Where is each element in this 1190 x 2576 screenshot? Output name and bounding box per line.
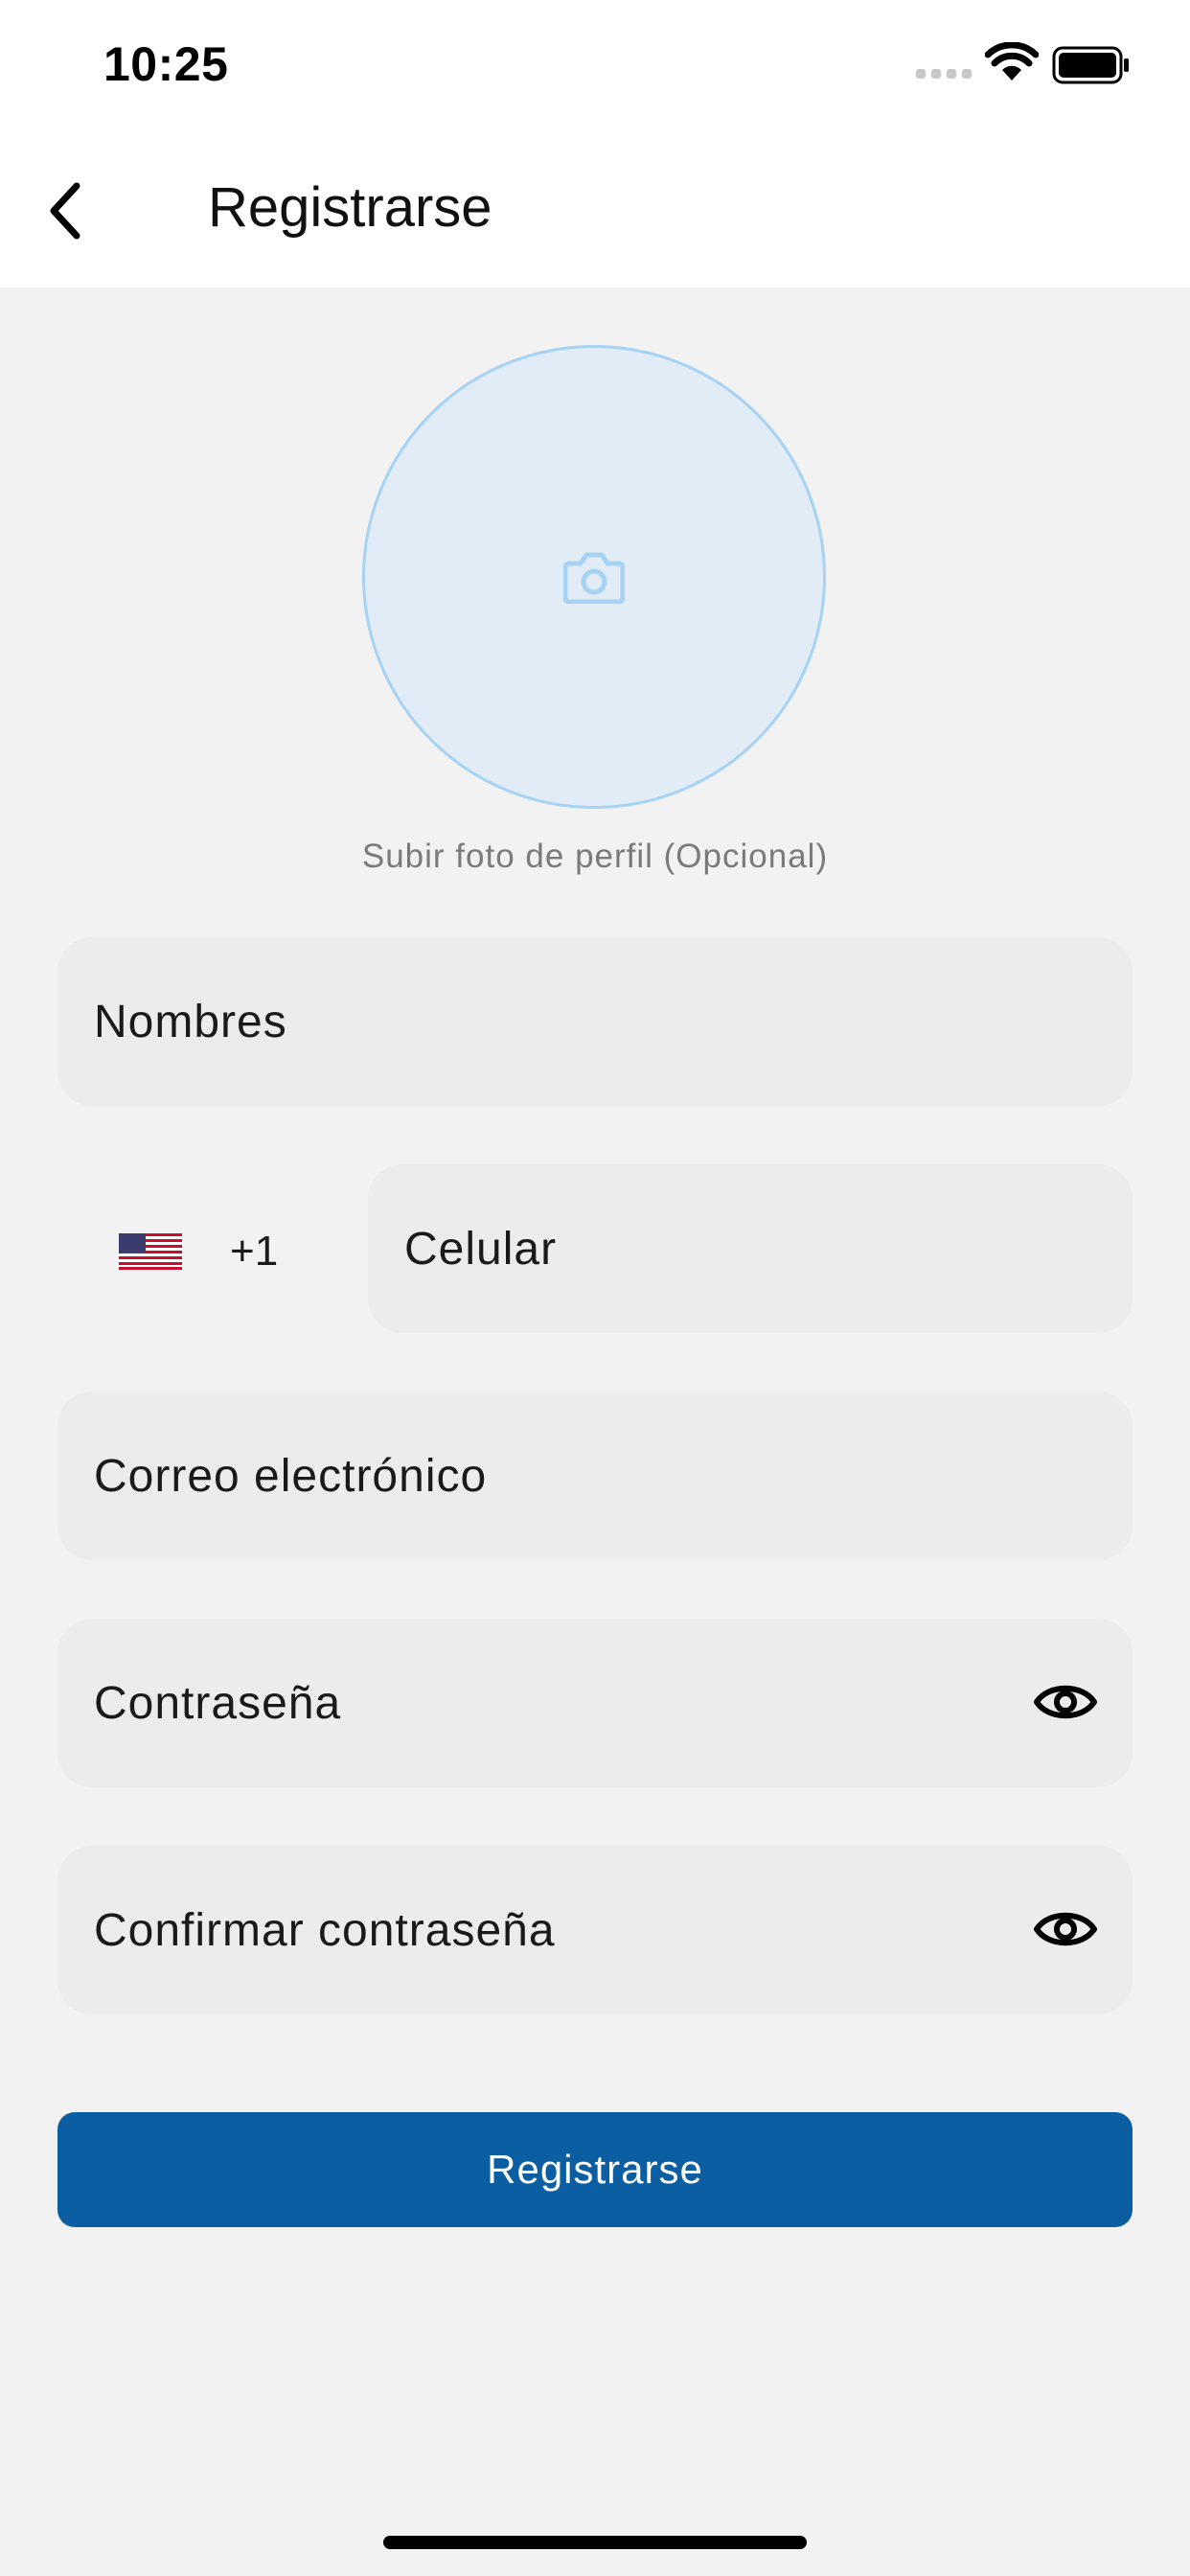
cellular-signal-icon (916, 69, 972, 79)
home-indicator (383, 2536, 807, 2549)
navigation-bar: Registrarse (0, 134, 1190, 288)
email-placeholder: Correo electrónico (94, 1450, 488, 1502)
profile-photo-upload[interactable] (362, 345, 826, 809)
name-field[interactable]: Nombres (57, 937, 1133, 1106)
name-placeholder: Nombres (94, 996, 287, 1047)
back-chevron-icon (50, 182, 80, 240)
eye-icon[interactable] (1033, 1903, 1098, 1955)
register-button[interactable]: Registrarse (57, 2112, 1133, 2227)
eye-icon[interactable] (1033, 1676, 1098, 1728)
wifi-icon (985, 42, 1039, 80)
phone-field[interactable]: Celular (368, 1164, 1133, 1333)
phone-placeholder: Celular (404, 1223, 558, 1275)
confirm-password-field[interactable]: Confirmar contraseña (57, 1846, 1133, 2014)
back-button[interactable] (36, 172, 94, 249)
upload-caption: Subir foto de perfil (Opcional) (361, 838, 829, 875)
camera-icon (563, 552, 625, 604)
password-placeholder: Contraseña (94, 1677, 342, 1729)
status-time: 10:25 (103, 37, 229, 91)
status-bar: 10:25 (0, 0, 1190, 134)
country-code-picker[interactable]: +1 (119, 1167, 278, 1336)
confirm-password-placeholder: Confirmar contraseña (94, 1904, 556, 1956)
email-field[interactable]: Correo electrónico (57, 1392, 1133, 1560)
password-field[interactable]: Contraseña (57, 1619, 1133, 1787)
battery-icon (1052, 46, 1129, 84)
us-flag-icon (119, 1233, 182, 1270)
country-code: +1 (230, 1228, 279, 1275)
page-title: Registrarse (208, 176, 492, 239)
